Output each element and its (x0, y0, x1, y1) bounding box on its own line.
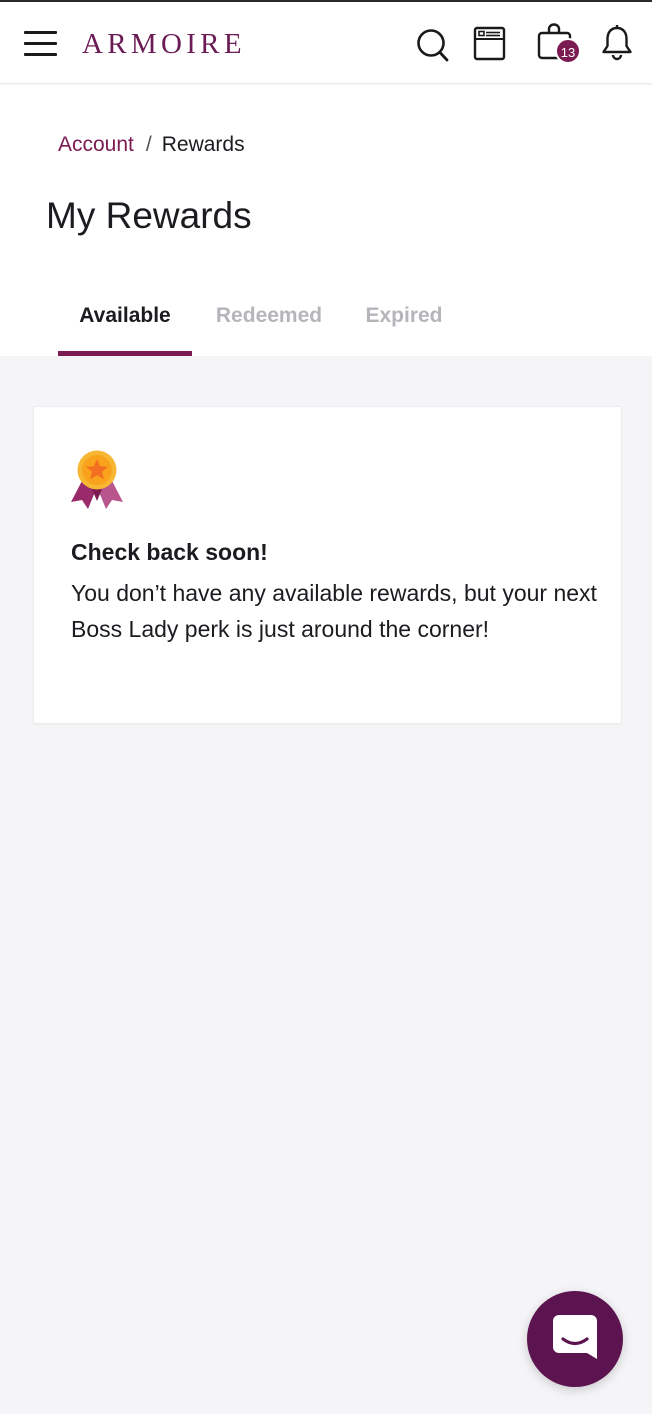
tab-available[interactable]: Available (58, 292, 192, 356)
breadcrumb-account-link[interactable]: Account (58, 133, 134, 156)
closet-icon[interactable] (473, 26, 507, 62)
tab-expired-label: Expired (365, 304, 443, 327)
top-header: ARMOIRE 13 (0, 2, 652, 84)
page-title: My Rewards (46, 195, 252, 236)
breadcrumb-separator: / (145, 133, 152, 156)
empty-state-title: Check back soon! (71, 539, 268, 565)
bell-icon[interactable] (600, 24, 634, 62)
active-tab-indicator (58, 351, 192, 356)
tab-redeemed-label: Redeemed (215, 304, 323, 327)
cart-count-badge: 13 (555, 38, 581, 64)
award-ribbon-icon (70, 449, 124, 511)
chat-icon (553, 1315, 597, 1359)
shopping-bag-icon[interactable]: 13 (537, 22, 583, 68)
empty-rewards-card: Check back soon! You don’t have any avai… (33, 406, 622, 724)
search-icon[interactable] (416, 28, 450, 64)
menu-icon[interactable] (24, 29, 58, 57)
tab-available-label: Available (79, 304, 171, 327)
tab-redeemed[interactable]: Redeemed (208, 292, 330, 356)
breadcrumb-current: Rewards (161, 133, 245, 156)
empty-state-message: You don’t have any available rewards, bu… (71, 580, 597, 642)
tab-expired[interactable]: Expired (356, 292, 452, 356)
armoire-logo[interactable]: ARMOIRE (82, 24, 246, 64)
chat-button[interactable] (527, 1291, 623, 1387)
breadcrumb: Account / Rewards (58, 130, 245, 160)
